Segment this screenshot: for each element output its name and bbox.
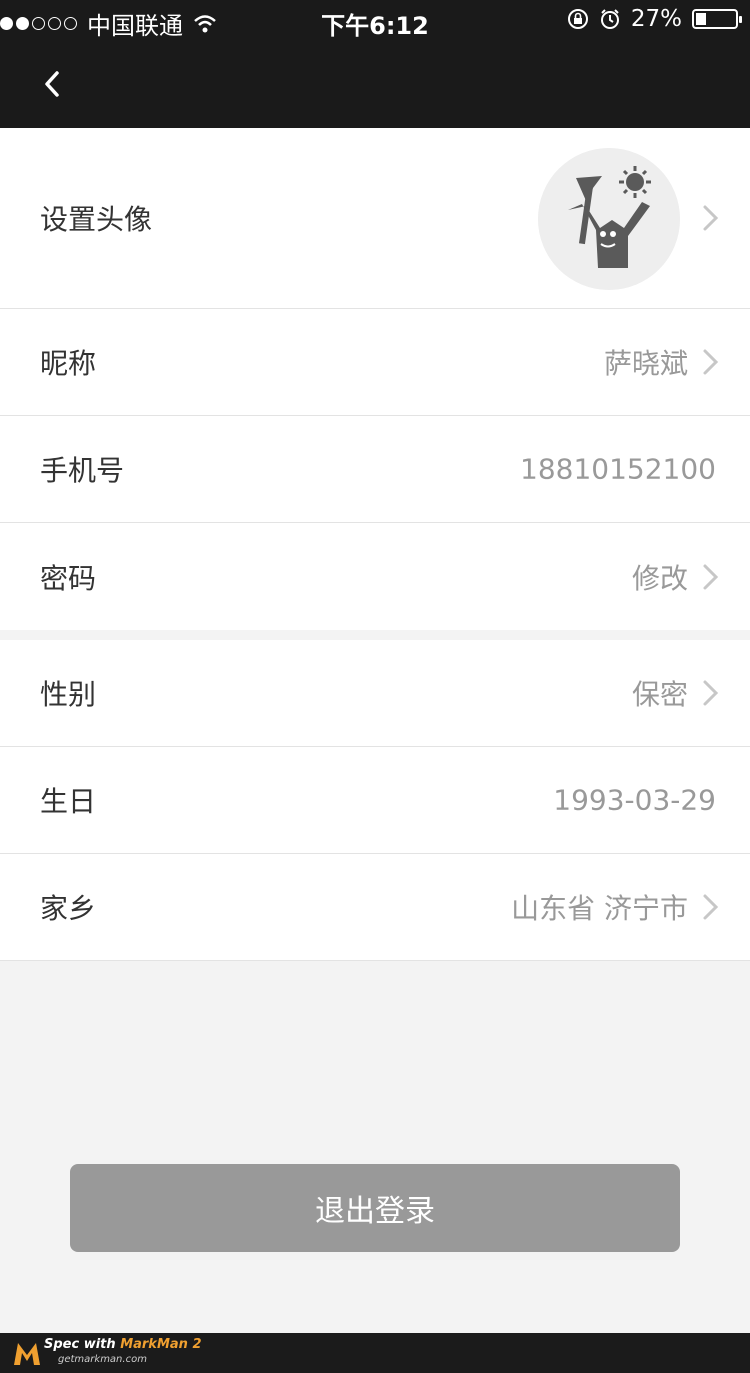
avatar[interactable] bbox=[538, 148, 680, 290]
chevron-right-icon bbox=[703, 205, 719, 231]
markman-brand: Spec with MarkMan 2 bbox=[44, 1337, 202, 1352]
hometown-row[interactable]: 家乡 山东省 济宁市 bbox=[0, 854, 750, 961]
birthday-row[interactable]: 生日 1993-03-29 bbox=[0, 747, 750, 854]
password-label: 密码 bbox=[40, 561, 97, 595]
birthday-value: 1993-03-29 bbox=[553, 783, 716, 817]
rotation-lock-icon bbox=[567, 9, 588, 29]
markman-footer: Spec with MarkMan 2 getmarkman.com bbox=[0, 1333, 750, 1373]
gender-value: 保密 bbox=[631, 678, 688, 711]
phone-row: 手机号 18810152100 bbox=[0, 416, 750, 523]
logout-button[interactable]: 退出登录 bbox=[70, 1164, 680, 1252]
battery-icon bbox=[692, 9, 742, 29]
phone-label: 手机号 bbox=[40, 454, 125, 487]
back-button[interactable] bbox=[30, 62, 74, 106]
profile-group: 设置头像 昵称 萨晓斌 手机号 18810152100 密码 修改 bbox=[0, 128, 750, 630]
battery-fill bbox=[696, 13, 707, 25]
status-bar: 中国联通 下午6:12 27% bbox=[0, 0, 750, 40]
alarm-icon bbox=[600, 9, 619, 29]
gender-row[interactable]: 性别 保密 bbox=[0, 640, 750, 747]
avatar-illustration-icon bbox=[538, 148, 680, 290]
battery-percent: 27% bbox=[630, 6, 682, 32]
nickname-label: 昵称 bbox=[40, 347, 97, 380]
details-group: 性别 保密 生日 1993-03-29 家乡 山东省 济宁市 bbox=[0, 640, 750, 961]
nickname-value: 萨晓斌 bbox=[603, 347, 688, 380]
password-value: 修改 bbox=[631, 561, 688, 595]
markman-site: getmarkman.com bbox=[58, 1354, 147, 1365]
hometown-label: 家乡 bbox=[40, 892, 97, 925]
chevron-right-icon bbox=[703, 564, 719, 589]
navigation-bar bbox=[0, 40, 750, 128]
brand-name: MarkMan 2 bbox=[120, 1337, 202, 1352]
avatar-label: 设置头像 bbox=[40, 203, 153, 236]
avatar-row[interactable]: 设置头像 bbox=[0, 128, 750, 309]
gender-label: 性别 bbox=[40, 678, 97, 711]
status-right: 27% bbox=[567, 6, 742, 32]
birthday-label: 生日 bbox=[40, 785, 97, 818]
chevron-left-icon bbox=[45, 71, 59, 97]
hometown-value: 山东省 济宁市 bbox=[511, 892, 688, 925]
chevron-right-icon bbox=[703, 894, 719, 920]
markman-logo-icon bbox=[14, 1343, 40, 1365]
chevron-right-icon bbox=[703, 680, 719, 706]
password-row[interactable]: 密码 修改 bbox=[0, 523, 750, 630]
phone-value: 18810152100 bbox=[520, 452, 716, 486]
brand-prefix: Spec with bbox=[44, 1337, 121, 1352]
nickname-row[interactable]: 昵称 萨晓斌 bbox=[0, 309, 750, 416]
chevron-right-icon bbox=[703, 349, 719, 375]
